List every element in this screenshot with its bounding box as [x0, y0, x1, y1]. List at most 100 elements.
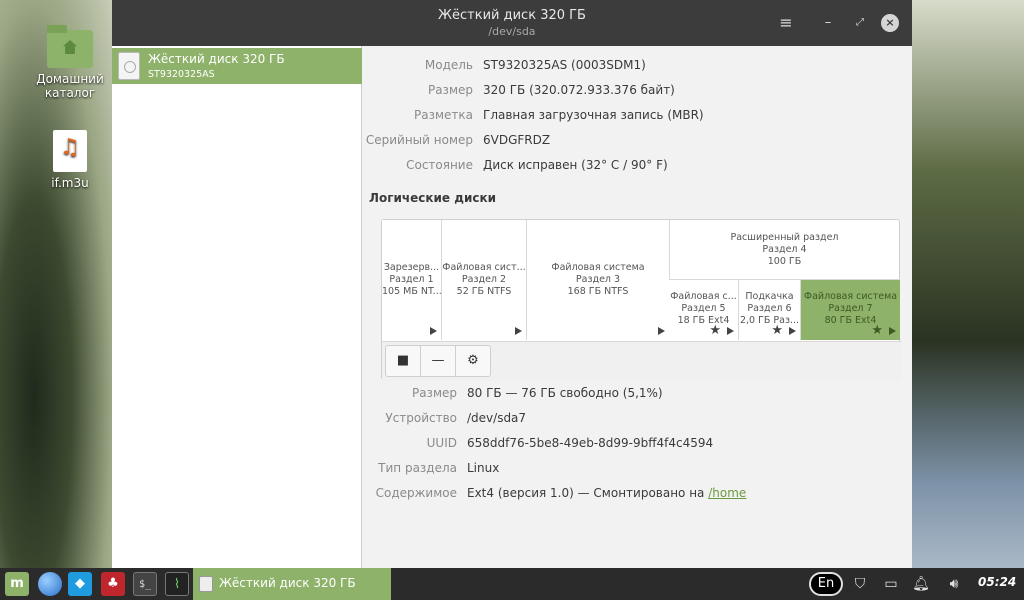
disk-info-value: Диск исправен (32° C / 90° F)	[483, 158, 668, 172]
kodi-icon[interactable]: ◆	[68, 572, 92, 596]
close-icon[interactable]: ×	[881, 14, 899, 32]
disk-info-label: Серийный номер	[365, 133, 473, 147]
partition-7[interactable]: Файловая система Раздел 7 80 ГБ Ext4 ★	[801, 280, 900, 340]
system-monitor-icon[interactable]: ⌇	[165, 572, 189, 596]
star-icon: ★	[871, 323, 883, 338]
app-icon[interactable]: ♣	[101, 572, 125, 596]
device-sidebar: Жёсткий диск 320 ГБ ST9320325AS	[112, 46, 362, 568]
partition-info-row: Тип раздела	[363, 461, 457, 479]
partition-size: 105 МБ NT...	[382, 286, 441, 297]
contents-text: Ext4 (версия 1.0) — Смонтировано на	[467, 486, 709, 500]
sidebar-item-title: Жёсткий диск 320 ГБ	[148, 52, 285, 66]
partition-info-label: Содержимое	[375, 486, 457, 500]
playlist-file-icon: ♫	[53, 130, 87, 172]
taskbar-item-label: Жёсткий диск 320 ГБ	[219, 576, 356, 590]
partition-info-row: UUID	[363, 436, 457, 454]
taskbar-item-disks[interactable]: Жёсткий диск 320 ГБ	[193, 568, 391, 600]
partition-info-value: 80 ГБ — 76 ГБ свободно (5,1%)	[467, 386, 663, 400]
browser-icon[interactable]	[38, 572, 62, 596]
star-icon: ★	[709, 323, 721, 338]
gear-icon[interactable]: ⚙	[455, 345, 491, 377]
disk-info-row: Размер	[363, 83, 473, 101]
partition-label: Файловая сист...	[442, 262, 526, 273]
extended-partition[interactable]: Расширенный раздел Раздел 4 100 ГБ	[669, 220, 900, 280]
volumes-map: Зарезерв... Раздел 1 105 МБ NT... Файлов…	[381, 219, 901, 381]
partition-6[interactable]: Подкачка Раздел 6 2,0 ГБ Раз... ★	[739, 280, 801, 340]
disk-info-label: Модель	[424, 58, 473, 72]
partition-size: 80 ГБ Ext4	[824, 315, 877, 326]
desktop-icon-home[interactable]: Домашний каталог	[30, 25, 110, 100]
clock[interactable]: 05:24	[978, 575, 1016, 589]
shield-icon[interactable]: ⛉	[850, 574, 870, 594]
desktop-wallpaper-right	[912, 0, 1024, 568]
partition-label: Файловая с...	[670, 291, 737, 302]
disk-info-row: Разметка	[363, 108, 473, 126]
partition-info-value: 658ddf76-5be8-49eb-8d99-9bff4f4c4594	[467, 436, 714, 450]
keyboard-layout-indicator[interactable]: En	[809, 572, 843, 596]
partition-info-value: /dev/sda7	[467, 411, 527, 425]
maximize-icon[interactable]: ⤢	[850, 13, 870, 33]
partition-number: Раздел 5	[681, 303, 726, 314]
stop-icon[interactable]: ■	[385, 345, 421, 377]
disks-window: Жёсткий диск 320 ГБ /dev/sda ≡ – ⤢ × Жёс…	[112, 0, 912, 568]
home-folder-icon	[47, 25, 93, 68]
bell-icon[interactable]: 🔔︎	[911, 574, 931, 594]
play-icon	[789, 327, 796, 335]
partition-info-row: Содержимое	[363, 486, 457, 504]
star-icon: ★	[771, 323, 783, 338]
mount-point-link[interactable]: /home	[708, 486, 746, 500]
desktop-icon-playlist[interactable]: ♫ if.m3u	[30, 130, 110, 190]
disk-info-value: 6VDGFRDZ	[483, 133, 551, 147]
partition-size: 18 ГБ Ext4	[677, 315, 730, 326]
extended-number: Раздел 4	[762, 244, 807, 255]
partition-label: Файловая система	[803, 291, 898, 302]
partition-info-value: Linux	[467, 461, 500, 475]
disk-info-row: Модель	[363, 58, 473, 76]
partition-info-row: Устройство	[363, 411, 457, 429]
partition-3[interactable]: Файловая система Раздел 3 168 ГБ NTFS	[527, 220, 670, 340]
partition-size: 168 ГБ NTFS	[567, 286, 629, 297]
disk-info-row: Состояние	[363, 158, 473, 176]
sidebar-item-subtitle: ST9320325AS	[148, 69, 215, 80]
disk-details: Модель ST9320325AS (0003SDM1) Размер 320…	[363, 46, 912, 568]
disk-info-value: 320 ГБ (320.072.933.376 байт)	[483, 83, 675, 97]
window-titlebar[interactable]: Жёсткий диск 320 ГБ /dev/sda ≡ – ⤢ ×	[112, 0, 912, 46]
partition-label: Подкачка	[745, 291, 794, 302]
desktop-icon-label: if.m3u	[51, 176, 89, 190]
partition-5[interactable]: Файловая с... Раздел 5 18 ГБ Ext4 ★	[669, 280, 739, 340]
hard-disk-icon	[199, 576, 213, 592]
volume-icon[interactable]: 🔊︎	[944, 574, 964, 594]
terminal-icon[interactable]: $_	[133, 572, 157, 596]
minimize-icon[interactable]: –	[818, 13, 838, 33]
disk-info-label: Размер	[427, 83, 473, 97]
play-icon	[515, 327, 522, 335]
disk-info-row: Серийный номер	[363, 133, 473, 151]
partition-info-label: UUID	[426, 436, 457, 450]
extended-label: Расширенный раздел	[730, 232, 839, 243]
sidebar-item-hard-disk[interactable]: Жёсткий диск 320 ГБ ST9320325AS	[112, 48, 362, 84]
play-icon	[727, 327, 734, 335]
partition-size: 2,0 ГБ Раз...	[739, 315, 800, 326]
partition-number: Раздел 7	[828, 303, 873, 314]
partition-info-label: Тип раздела	[378, 461, 457, 475]
hard-disk-icon	[118, 52, 140, 80]
partition-2[interactable]: Файловая сист... Раздел 2 52 ГБ NTFS	[442, 220, 527, 340]
partition-label: Файловая система	[551, 262, 645, 273]
disk-info-label: Состояние	[406, 158, 473, 172]
partition-label: Зарезерв...	[383, 262, 440, 273]
hamburger-menu-icon[interactable]: ≡	[776, 13, 796, 33]
display-icon[interactable]: ▭	[881, 574, 901, 594]
partition-1[interactable]: Зарезерв... Раздел 1 105 МБ NT...	[382, 220, 442, 340]
disk-info-value: Главная загрузочная запись (MBR)	[483, 108, 704, 122]
volumes-section-title: Логические диски	[369, 191, 497, 205]
partition-info-label: Устройство	[385, 411, 457, 425]
volume-toolbar: ■ — ⚙	[382, 341, 901, 381]
partition-number: Раздел 2	[461, 274, 507, 285]
partition-number: Раздел 3	[575, 274, 621, 285]
extended-size: 100 ГБ	[767, 256, 802, 267]
menu-icon[interactable]: m	[5, 572, 29, 596]
remove-partition-icon[interactable]: —	[420, 345, 456, 377]
desktop-icon-label: Домашний каталог	[36, 72, 104, 100]
partition-info-value: Ext4 (версия 1.0) — Смонтировано на /hom…	[467, 486, 746, 500]
partition-number: Раздел 1	[389, 274, 434, 285]
